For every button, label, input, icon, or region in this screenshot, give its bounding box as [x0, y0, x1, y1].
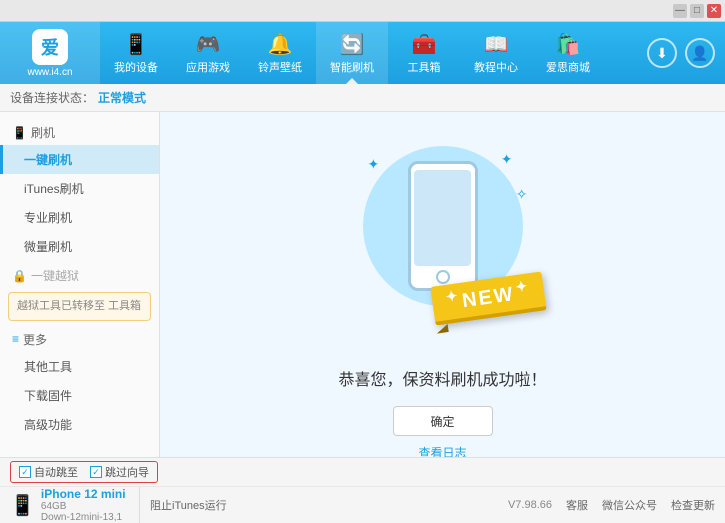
- device-storage: 64GB: [41, 501, 126, 512]
- nav-apps[interactable]: 🎮 应用游戏: [172, 22, 244, 84]
- phone-home-btn: [436, 270, 450, 284]
- maximize-button[interactable]: □: [690, 4, 704, 18]
- nav-ringtone-label: 铃声壁纸: [258, 59, 302, 75]
- bottom-section: 自动跳至 跳过向导 📱 iPhone 12 mini 64GB Down-12m…: [0, 457, 725, 523]
- sidebar-item-micro[interactable]: 微量刷机: [0, 232, 159, 261]
- version-label: V7.98.66: [508, 499, 552, 511]
- sparkle-icon-1: ✦: [368, 156, 380, 173]
- new-badge-text: NEW: [460, 283, 515, 312]
- toolbox-nav-icon: 🧰: [412, 32, 437, 57]
- nav-store-label: 爱思商城: [546, 59, 590, 75]
- sidebar-item-pro[interactable]: 专业刷机: [0, 203, 159, 232]
- auto-jump-label: 自动跳至: [34, 464, 78, 480]
- phone-screen: [414, 170, 472, 266]
- nav-tutorial-label: 教程中心: [474, 59, 518, 75]
- bottom-right-links: V7.98.66 客服 微信公众号 检查更新: [508, 497, 715, 513]
- device-icon: 📱: [10, 493, 35, 518]
- logo-url: www.i4.cn: [27, 67, 72, 78]
- section-more: ≡ 更多: [0, 325, 159, 352]
- sidebar-item-download[interactable]: 下载固件: [0, 381, 159, 410]
- section-jailbreak-label: 一键越狱: [31, 267, 79, 284]
- logo-area[interactable]: 爱 www.i4.cn: [0, 22, 100, 84]
- device-nav-icon: 📱: [124, 32, 149, 57]
- section-more-label: 更多: [23, 331, 47, 348]
- sparkle-icon-2: ✦: [501, 151, 513, 168]
- nav-tutorial[interactable]: 📖 教程中心: [460, 22, 532, 84]
- nav-items: 📱 我的设备 🎮 应用游戏 🔔 铃声壁纸 🔄 智能刷机 🧰 工具箱 📖 教程中心…: [100, 22, 647, 84]
- nav-device-label: 我的设备: [114, 59, 158, 75]
- update-link[interactable]: 检查更新: [671, 497, 715, 513]
- main-area: 📱 刷机 一键刷机 iTunes刷机 专业刷机 微量刷机 🔒 一键越狱 越狱工具…: [0, 112, 725, 495]
- flash-section-icon: 📱: [12, 126, 27, 140]
- nav-toolbox-label: 工具箱: [408, 59, 441, 75]
- smart-nav-icon: 🔄: [340, 32, 365, 57]
- device-version: Down-12mini-13,1: [41, 512, 126, 523]
- device-details: iPhone 12 mini 64GB Down-12mini-13,1: [41, 487, 126, 523]
- section-flash-label: 刷机: [31, 124, 55, 141]
- nav-ringtone[interactable]: 🔔 铃声壁纸: [244, 22, 316, 84]
- skip-wizard-label: 跳过向导: [105, 464, 149, 480]
- more-section-icon: ≡: [12, 332, 19, 346]
- nav-smart-label: 智能刷机: [330, 59, 374, 75]
- status-bar: 设备连接状态： 正常模式: [0, 84, 725, 112]
- support-link[interactable]: 客服: [566, 497, 588, 513]
- user-button[interactable]: 👤: [685, 38, 715, 68]
- sidebar-item-one-click[interactable]: 一键刷机: [0, 145, 159, 174]
- sidebar-item-itunes[interactable]: iTunes刷机: [0, 174, 159, 203]
- confirm-button[interactable]: 确定: [393, 406, 493, 436]
- status-label: 设备连接状态：: [10, 89, 94, 106]
- phone-illustration: ✦ ✦ ✧ ✦NEW✦: [353, 146, 533, 346]
- device-name: iPhone 12 mini: [41, 487, 126, 501]
- ringtone-nav-icon: 🔔: [268, 32, 293, 57]
- checkbox-row: 自动跳至 跳过向导: [0, 458, 725, 487]
- sidebar-item-other-tools[interactable]: 其他工具: [0, 352, 159, 381]
- sidebar-item-advanced[interactable]: 高级功能: [0, 410, 159, 439]
- close-button[interactable]: ✕: [707, 4, 721, 18]
- device-info-area: 📱 iPhone 12 mini 64GB Down-12mini-13,1: [10, 487, 140, 523]
- nav-right-buttons: ⬇ 👤: [647, 38, 715, 68]
- skip-wizard-checkbox-box[interactable]: [90, 466, 102, 478]
- stop-itunes-button[interactable]: 阻止iTunes运行: [150, 497, 508, 513]
- content-area: ✦ ✦ ✧ ✦NEW✦ 恭喜您，保资料刷机成功啦！ 确定 查: [160, 112, 725, 495]
- section-jailbreak: 🔒 一键越狱: [0, 261, 159, 288]
- jailbreak-notice: 越狱工具已转移至 工具箱: [8, 292, 151, 321]
- nav-smart[interactable]: 🔄 智能刷机: [316, 22, 388, 84]
- store-nav-icon: 🛍️: [556, 32, 581, 57]
- success-text: 恭喜您，保资料刷机成功啦！: [338, 366, 546, 390]
- auto-jump-checkbox-box[interactable]: [19, 466, 31, 478]
- minimize-button[interactable]: —: [673, 4, 687, 18]
- title-bar: — □ ✕: [0, 0, 725, 22]
- logo-icon: 爱: [32, 29, 68, 65]
- apps-nav-icon: 🎮: [196, 32, 221, 57]
- nav-device[interactable]: 📱 我的设备: [100, 22, 172, 84]
- section-flash: 📱 刷机: [0, 118, 159, 145]
- device-row: 📱 iPhone 12 mini 64GB Down-12mini-13,1 阻…: [0, 487, 725, 523]
- download-button[interactable]: ⬇: [647, 38, 677, 68]
- status-value: 正常模式: [98, 89, 146, 106]
- wechat-link[interactable]: 微信公众号: [602, 497, 657, 513]
- skip-wizard-checkbox[interactable]: 跳过向导: [90, 464, 149, 480]
- sidebar: 📱 刷机 一键刷机 iTunes刷机 专业刷机 微量刷机 🔒 一键越狱 越狱工具…: [0, 112, 160, 495]
- tutorial-nav-icon: 📖: [484, 32, 509, 57]
- checkbox-highlight-box: 自动跳至 跳过向导: [10, 461, 158, 483]
- phone-device: [408, 161, 478, 291]
- auto-jump-checkbox[interactable]: 自动跳至: [19, 464, 78, 480]
- jailbreak-section-icon: 🔒: [12, 269, 27, 283]
- nav-toolbox[interactable]: 🧰 工具箱: [388, 22, 460, 84]
- nav-apps-label: 应用游戏: [186, 59, 230, 75]
- header: 爱 www.i4.cn 📱 我的设备 🎮 应用游戏 🔔 铃声壁纸 🔄 智能刷机 …: [0, 22, 725, 84]
- sparkle-icon-3: ✧: [516, 186, 528, 203]
- nav-store[interactable]: 🛍️ 爱思商城: [532, 22, 604, 84]
